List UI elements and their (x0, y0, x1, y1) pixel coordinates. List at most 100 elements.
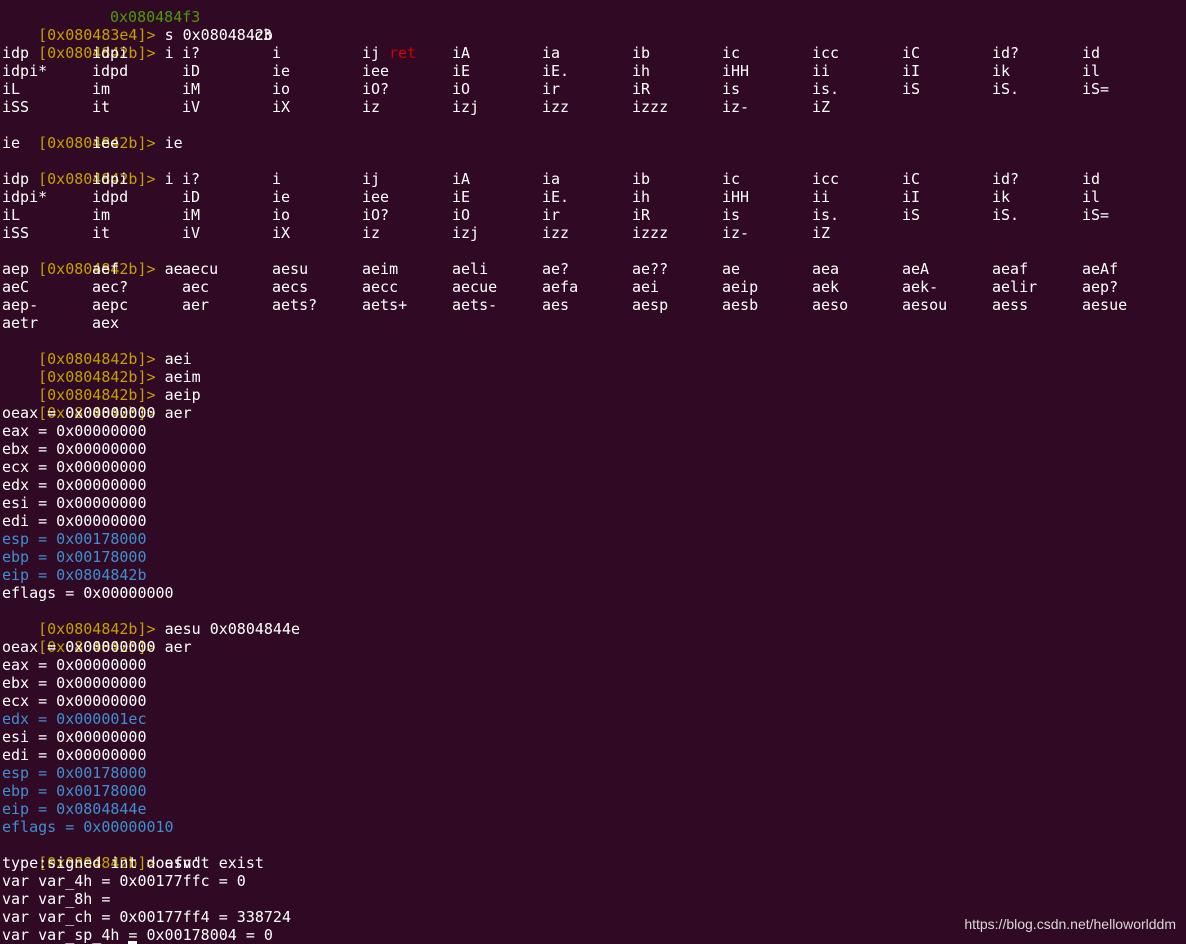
command-text: ie (164, 134, 183, 152)
completion-item: aetr (2, 314, 39, 332)
completion-item: iX (272, 98, 291, 116)
completion-item: iM (182, 80, 201, 98)
completion-item: iee (92, 134, 120, 152)
register-line: eax = 0x00000000 (2, 422, 147, 440)
completion-item: im (92, 80, 111, 98)
completion-item: io (272, 206, 291, 224)
completion-item: aesu (272, 260, 309, 278)
command-line: [0x0804842b]> ae (2, 242, 183, 278)
completion-item: iSS (2, 98, 30, 116)
completion-item: aep (2, 260, 30, 278)
output-text: var var_sp_4h = 0x00178004 = 0 (2, 926, 273, 944)
command-text: aer (164, 404, 192, 422)
completion-item: iV (182, 224, 201, 242)
completion-item: iE (452, 62, 471, 80)
completion-item: iz- (722, 224, 750, 242)
completion-item: iS (902, 80, 921, 98)
completion-item: iS. (992, 80, 1020, 98)
register-line: ecx = 0x00000000 (2, 458, 147, 476)
completion-item: iee (362, 62, 390, 80)
completion-item: idpi* (2, 62, 48, 80)
completion-item: idpd (92, 188, 129, 206)
completion-item: idpi* (2, 188, 48, 206)
completion-item: io (272, 80, 291, 98)
completion-item: aecue (452, 278, 498, 296)
completion-item: iX (272, 224, 291, 242)
completion-item: ij (362, 170, 381, 188)
completion-item: aep? (1082, 278, 1119, 296)
completion-item: ik (992, 188, 1011, 206)
completion-item: aesp (632, 296, 669, 314)
register-line: eip = 0x0804842b (2, 566, 147, 584)
register-line: ebx = 0x00000000 (2, 674, 147, 692)
output-line: var var_8h = (2, 890, 120, 908)
completion-item: aets? (272, 296, 318, 314)
command-text: aer (164, 638, 192, 656)
command-text: i (164, 170, 174, 188)
completion-item: aeA (902, 260, 930, 278)
completion-item: aesou (902, 296, 948, 314)
completion-item: ij (362, 44, 381, 62)
completion-item: aefa (542, 278, 579, 296)
completion-item: aess (992, 296, 1029, 314)
completion-item: iE (452, 188, 471, 206)
command-line: [0x0804842b]> aeim (2, 350, 201, 386)
command-line: [0x080483e4]> s 0x0804842b (2, 8, 273, 44)
completion-item: ir (542, 80, 561, 98)
completion-item: aesb (722, 296, 759, 314)
completion-item: iR (632, 80, 651, 98)
completion-item: iV (182, 98, 201, 116)
completion-item: id? (992, 170, 1020, 188)
completion-item: it (92, 98, 111, 116)
completion-item: it (92, 224, 111, 242)
completion-item: iC (902, 44, 921, 62)
completion-item: aeip (722, 278, 759, 296)
completion-item: ii (812, 62, 831, 80)
terminal-window[interactable]: 0x080484f3 c3 ret [0x080483e4]> s 0x0804… (0, 0, 1186, 944)
partial-opcode: ret (389, 44, 417, 62)
completion-item: iE. (542, 62, 570, 80)
completion-item: ae (722, 260, 741, 278)
completion-item: iSS (2, 224, 30, 242)
register-line: eax = 0x00000000 (2, 656, 147, 674)
completion-item: aeC (2, 278, 30, 296)
completion-item: aec (182, 278, 210, 296)
completion-item: is. (812, 80, 840, 98)
register-line: edi = 0x00000000 (2, 512, 147, 530)
register-line: ebp = 0x00178000 (2, 782, 147, 800)
command-line: [0x0804842b]> aei (2, 332, 192, 368)
completion-item: iD (182, 62, 201, 80)
register-line: esp = 0x00178000 (2, 530, 147, 548)
completion-item: iZ (812, 224, 831, 242)
register-line: esp = 0x00178000 (2, 764, 147, 782)
completion-item: is (722, 206, 741, 224)
partial-disassembly-line: 0x080484f3 c3 ret (2, 0, 416, 62)
completion-item: il (1082, 188, 1101, 206)
completion-item: ae?? (632, 260, 669, 278)
completion-item: iA (452, 170, 471, 188)
completion-item: aei (632, 278, 660, 296)
register-line: oeax = 0x00000000 (2, 404, 156, 422)
completion-item: idpi (92, 170, 129, 188)
completion-item: ie (272, 188, 291, 206)
command-text: ae (164, 260, 183, 278)
command-line: [0x0804842b]> aer (2, 620, 192, 656)
completion-item: iM (182, 206, 201, 224)
completion-item: aes (542, 296, 570, 314)
completion-item: izz (542, 98, 570, 116)
register-line: eip = 0x0804844e (2, 800, 147, 818)
completion-item: iO (452, 80, 471, 98)
completion-item: idpd (92, 62, 129, 80)
completion-item: iL (2, 80, 21, 98)
completion-item: aeim (362, 260, 399, 278)
completion-item: idp (2, 170, 30, 188)
command-text: i (164, 44, 174, 62)
register-line: eflags = 0x00000010 (2, 818, 174, 836)
completion-item: iZ (812, 98, 831, 116)
completion-item: izj (452, 98, 480, 116)
completion-item: aecc (362, 278, 399, 296)
watermark: https://blog.csdn.net/helloworlddm (964, 916, 1176, 932)
completion-item: aek- (902, 278, 939, 296)
completion-item: iI (902, 62, 921, 80)
completion-item: aelir (992, 278, 1038, 296)
